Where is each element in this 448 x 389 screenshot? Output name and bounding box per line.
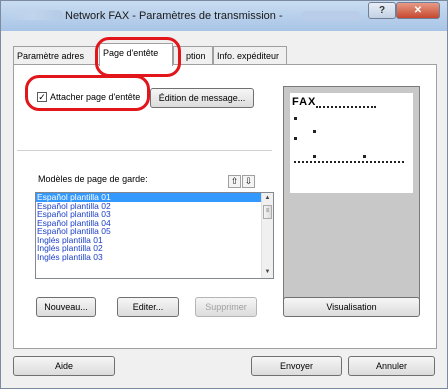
preview-dot [294, 117, 297, 120]
tab-label: Page d'entête [103, 48, 159, 58]
tab-label: Paramètre adres [17, 51, 85, 61]
template-items: Español plantilla 01 Español plantilla 02… [36, 193, 273, 261]
preview-dot [313, 130, 316, 133]
delete-template-button: Supprimer [195, 297, 257, 317]
title-bar[interactable]: Network FAX - Paramètres de transmission… [1, 1, 447, 31]
separator [17, 150, 272, 151]
preview-line [316, 106, 376, 108]
list-scrollbar[interactable]: ▲ ≡ ▼ [261, 193, 273, 278]
title-obscured-right [301, 11, 361, 21]
preview-line [294, 161, 404, 163]
tab-label: Info. expéditeur [217, 51, 280, 61]
preview-page: FAX [290, 93, 413, 193]
tab-cover-page[interactable]: Page d'entête [99, 43, 173, 66]
edit-template-button[interactable]: Editer... [117, 297, 179, 317]
templates-label: Modèles de page de garde: [38, 174, 148, 184]
cover-page-panel: ✓ Attacher page d'entête Édition de mess… [13, 64, 437, 349]
preview-button[interactable]: Visualisation [283, 297, 420, 317]
help-title-button[interactable]: ? [368, 2, 396, 19]
title-obscured-left [5, 10, 63, 20]
edit-message-button[interactable]: Édition de message... [150, 88, 254, 108]
tab-option[interactable]: ption [173, 46, 213, 65]
close-button[interactable]: ✕ [396, 2, 440, 19]
scroll-thumb[interactable]: ≡ [263, 205, 272, 219]
templates-listbox[interactable]: Español plantilla 01 Español plantilla 02… [35, 192, 274, 279]
template-list-item[interactable]: Inglés plantilla 03 [36, 252, 273, 262]
move-down-button[interactable]: ⇩ [242, 175, 255, 188]
tab-label: ption [186, 51, 206, 61]
preview-dot [363, 155, 366, 158]
arrow-up-icon: ⇧ [230, 176, 239, 186]
preview-fax-heading: FAX [292, 96, 317, 108]
check-mark-icon: ✓ [38, 92, 46, 102]
scroll-down-icon[interactable]: ▼ [262, 267, 273, 277]
dialog-client: Paramètre adres Page d'entête ption Info… [8, 31, 440, 383]
move-up-button[interactable]: ⇧ [228, 175, 241, 188]
dialog-window: Network FAX - Paramètres de transmission… [0, 0, 448, 389]
send-button[interactable]: Envoyer [251, 356, 342, 376]
help-button[interactable]: Aide [13, 356, 115, 376]
cancel-button[interactable]: Annuler [348, 356, 435, 376]
preview-dot [313, 155, 316, 158]
preview-dot [294, 137, 297, 140]
attach-cover-label: Attacher page d'entête [50, 92, 141, 102]
cover-preview: FAX [283, 86, 420, 306]
tab-sender-info[interactable]: Info. expéditeur [213, 46, 287, 65]
window-title: Network FAX - Paramètres de transmission… [65, 10, 283, 22]
scroll-up-icon[interactable]: ▲ [262, 193, 273, 203]
attach-cover-checkbox[interactable]: ✓ [37, 92, 47, 102]
new-template-button[interactable]: Nouveau... [36, 297, 96, 317]
tab-address-settings[interactable]: Paramètre adres [13, 46, 101, 65]
arrow-down-icon: ⇩ [244, 176, 253, 186]
